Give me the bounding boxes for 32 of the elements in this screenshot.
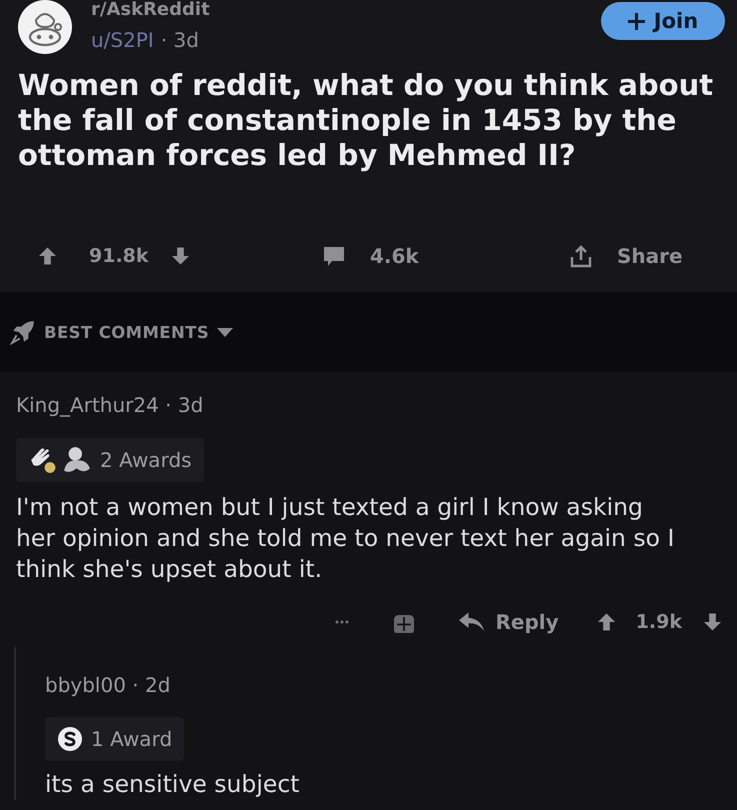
- more-icon[interactable]: [334, 620, 349, 624]
- up-arrow-icon[interactable]: [596, 612, 616, 632]
- reply-button[interactable]: Reply: [458, 610, 559, 634]
- reply-icon: [458, 612, 484, 632]
- comments-button[interactable]: 4.6k: [323, 244, 570, 268]
- caret-icon: [217, 328, 234, 336]
- plus-icon: [628, 12, 645, 30]
- avatar-icon[interactable]: [18, 0, 72, 54]
- subreddit-link[interactable]: r/AskReddit: [91, 0, 210, 20]
- comment-author: bbybl00 · 2d: [45, 672, 170, 698]
- comment-score: 1.9k: [636, 611, 682, 633]
- down-arrow-icon[interactable]: [170, 246, 190, 266]
- join-button[interactable]: Join: [601, 2, 725, 40]
- username-link[interactable]: u/S2PI: [91, 28, 154, 52]
- comment-author: King_Arthur24 · 3d: [16, 392, 204, 418]
- up-arrow-icon[interactable]: [38, 246, 57, 266]
- post-age: · 3d: [160, 28, 199, 52]
- sort-dropdown[interactable]: BEST COMMENTS: [10, 319, 234, 345]
- post-title: Women of reddit, what do you think about the fall of constantinople in 1453 by the ottoman forces led by Mehmed II?: [18, 68, 714, 173]
- awards-label: 1 Award: [91, 727, 172, 751]
- share-icon: [570, 244, 592, 268]
- rocket-icon: [10, 319, 36, 345]
- coin-icon: [58, 727, 82, 751]
- hug-icon: [63, 446, 91, 474]
- vote-count: 91.8k: [89, 245, 149, 267]
- down-arrow-icon[interactable]: [703, 612, 722, 632]
- comment-text: I'm not a women but I just texted a girl I know asking her opinion and she told me to never text her again so I think she's upset about it.: [16, 492, 676, 585]
- awards-label: 2 Awards: [100, 448, 192, 472]
- comment-icon: [323, 245, 345, 267]
- share-button[interactable]: Share: [570, 244, 737, 268]
- comment-text: its a sensitive subject: [45, 769, 300, 800]
- hand-icon: [29, 446, 57, 474]
